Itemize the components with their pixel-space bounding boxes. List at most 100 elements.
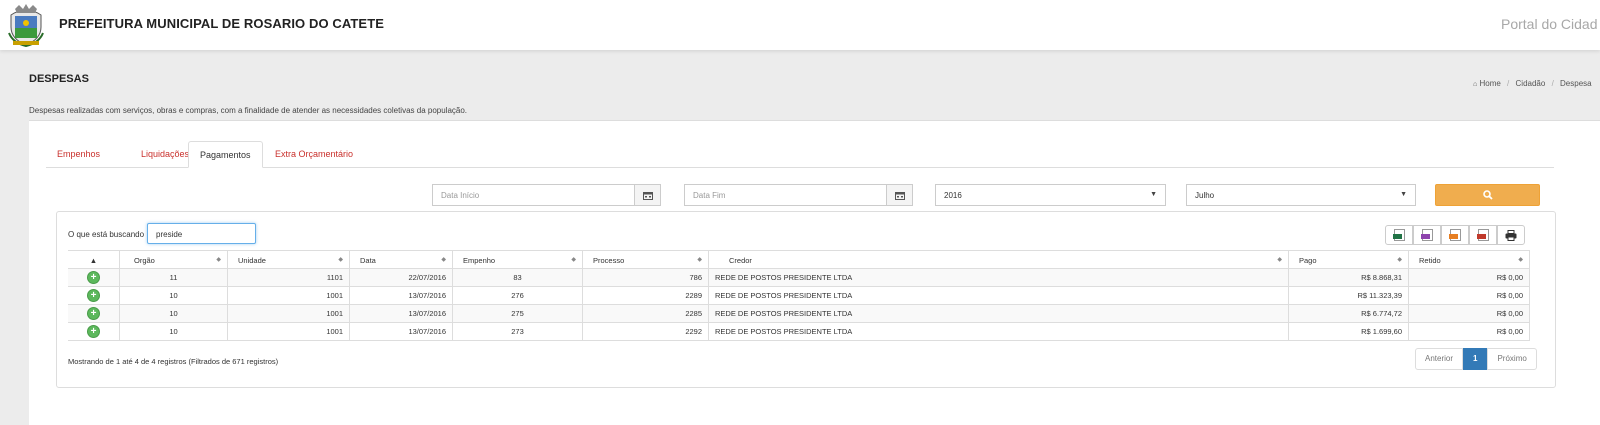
table-info: Mostrando de 1 até 4 de 4 registros (Fil… — [68, 357, 279, 366]
expand-plus-icon[interactable]: + — [88, 272, 99, 283]
results-panel: O que está buscando preside ▲ Orgão ◆ Uni… — [56, 211, 1556, 388]
start-date-placeholder: Data Início — [441, 191, 480, 200]
breadcrumb-cidadao[interactable]: Cidadão — [1516, 79, 1546, 88]
sort-icon: ◆ — [441, 257, 446, 263]
month-select[interactable]: Julho ▼ — [1186, 184, 1416, 206]
cell-orgao: 11 — [119, 269, 227, 286]
breadcrumb-home[interactable]: Home — [1479, 79, 1500, 88]
end-date-placeholder: Data Fim — [693, 191, 726, 200]
tab-empenhos[interactable]: Empenhos — [46, 141, 111, 168]
cell-retido: R$ 0,00 — [1408, 287, 1530, 304]
cell-processo: 786 — [582, 269, 708, 286]
cell-retido: R$ 0,00 — [1408, 305, 1530, 322]
cell-processo: 2289 — [582, 287, 708, 304]
cell-empenho: 275 — [452, 305, 582, 322]
cell-processo: 2285 — [582, 305, 708, 322]
breadcrumb-separator: / — [1507, 79, 1510, 88]
column-header-label: Empenho — [463, 256, 496, 265]
pdf-icon — [1476, 229, 1489, 241]
cell-empenho: 273 — [452, 323, 582, 340]
tab-extra-orcamentario[interactable]: Extra Orçamentário — [264, 141, 364, 168]
pagination: Anterior 1 Próximo — [1415, 348, 1537, 370]
page-title: DESPESAS — [29, 73, 89, 85]
cell-retido: R$ 0,00 — [1408, 269, 1530, 286]
expand-plus-icon[interactable]: + — [88, 326, 99, 337]
search-label: O que está buscando — [68, 230, 145, 239]
search-input[interactable]: preside — [147, 223, 256, 244]
cell-pago: R$ 8.868,31 — [1288, 269, 1408, 286]
breadcrumb: ⌂ Home / Cidadão / Despesa — [1473, 79, 1592, 88]
table-row[interactable]: + 10 1001 13/07/2016 275 2285 REDE DE PO… — [68, 305, 1530, 323]
year-select[interactable]: 2016 ▼ — [935, 184, 1166, 206]
pagination-previous[interactable]: Anterior — [1415, 348, 1464, 370]
calendar-icon[interactable] — [886, 185, 912, 205]
export-csv-button[interactable] — [1441, 225, 1469, 245]
pagination-page-1[interactable]: 1 — [1463, 348, 1488, 370]
csv-icon — [1448, 229, 1461, 241]
main-content: Empenhos Liquidações Pagamentos Extra Or… — [29, 120, 1600, 425]
search-button[interactable] — [1435, 184, 1540, 206]
calendar-icon[interactable] — [634, 185, 660, 205]
cell-pago: R$ 11.323,39 — [1288, 287, 1408, 304]
tab-pagamentos[interactable]: Pagamentos — [188, 141, 263, 168]
column-header-data[interactable]: Data ◆ — [349, 251, 452, 268]
home-icon: ⌂ — [1473, 81, 1478, 88]
sort-icon: ◆ — [216, 257, 221, 263]
breadcrumb-despesa: Despesa — [1560, 79, 1592, 88]
expand-plus-icon[interactable]: + — [88, 290, 99, 301]
row-expand-cell: + — [68, 323, 119, 340]
pagination-next[interactable]: Próximo — [1487, 348, 1537, 370]
export-excel-button[interactable] — [1385, 225, 1413, 245]
row-expand-cell: + — [68, 287, 119, 304]
cell-empenho: 83 — [452, 269, 582, 286]
cell-unidade: 1101 — [227, 269, 349, 286]
table-row[interactable]: + 10 1001 13/07/2016 273 2292 REDE DE PO… — [68, 323, 1530, 341]
sort-icon: ◆ — [571, 257, 576, 263]
column-header-label: Unidade — [238, 256, 266, 265]
cell-pago: R$ 1.699,60 — [1288, 323, 1408, 340]
print-icon — [1505, 229, 1517, 241]
cell-unidade: 1001 — [227, 323, 349, 340]
export-xml-button[interactable] — [1413, 225, 1441, 245]
cell-unidade: 1001 — [227, 305, 349, 322]
table-row[interactable]: + 11 1101 22/07/2016 83 786 REDE DE POST… — [68, 269, 1530, 287]
column-header-empenho[interactable]: Empenho ◆ — [452, 251, 582, 268]
coat-of-arms-logo[interactable] — [7, 3, 45, 48]
cell-data: 22/07/2016 — [349, 269, 452, 286]
dropdown-caret-icon: ▼ — [1150, 191, 1157, 198]
column-header-credor[interactable]: Credor ◆ — [708, 251, 1288, 268]
sort-icon: ◆ — [1397, 257, 1402, 263]
column-header-orgao[interactable]: Orgão ◆ — [119, 251, 227, 268]
top-header: PREFEITURA MUNICIPAL DE ROSARIO DO CATET… — [0, 0, 1600, 50]
tab-bar: Empenhos Liquidações Pagamentos Extra Or… — [46, 141, 1554, 168]
cell-orgao: 10 — [119, 287, 227, 304]
expand-plus-icon[interactable]: + — [88, 308, 99, 319]
column-header-pago[interactable]: Pago ◆ — [1288, 251, 1408, 268]
sort-icon: ◆ — [338, 257, 343, 263]
start-date-field[interactable]: Data Início — [432, 184, 661, 206]
end-date-field[interactable]: Data Fim — [684, 184, 913, 206]
column-header-label: Processo — [593, 256, 625, 265]
cell-processo: 2292 — [582, 323, 708, 340]
cell-retido: R$ 0,00 — [1408, 323, 1530, 340]
sort-icon: ◆ — [1277, 257, 1282, 263]
column-header-retido[interactable]: Retido ◆ — [1408, 251, 1530, 268]
column-header-processo[interactable]: Processo ◆ — [582, 251, 708, 268]
cell-unidade: 1001 — [227, 287, 349, 304]
cell-pago: R$ 6.774,72 — [1288, 305, 1408, 322]
column-header-expand[interactable]: ▲ — [68, 251, 119, 268]
cell-credor: REDE DE POSTOS PRESIDENTE LTDA — [708, 287, 1288, 304]
column-header-label: Retido — [1419, 256, 1441, 265]
sort-icon: ◆ — [1518, 257, 1523, 263]
export-pdf-button[interactable] — [1469, 225, 1497, 245]
row-expand-cell: + — [68, 305, 119, 322]
sort-icon: ◆ — [697, 257, 702, 263]
xml-icon — [1420, 229, 1433, 241]
table-row[interactable]: + 10 1001 13/07/2016 276 2289 REDE DE PO… — [68, 287, 1530, 305]
column-header-unidade[interactable]: Unidade ◆ — [227, 251, 349, 268]
cell-credor: REDE DE POSTOS PRESIDENTE LTDA — [708, 269, 1288, 286]
cell-orgao: 10 — [119, 305, 227, 322]
column-header-label: Data — [360, 256, 376, 265]
breadcrumb-separator: / — [1551, 79, 1554, 88]
print-button[interactable] — [1497, 225, 1525, 245]
